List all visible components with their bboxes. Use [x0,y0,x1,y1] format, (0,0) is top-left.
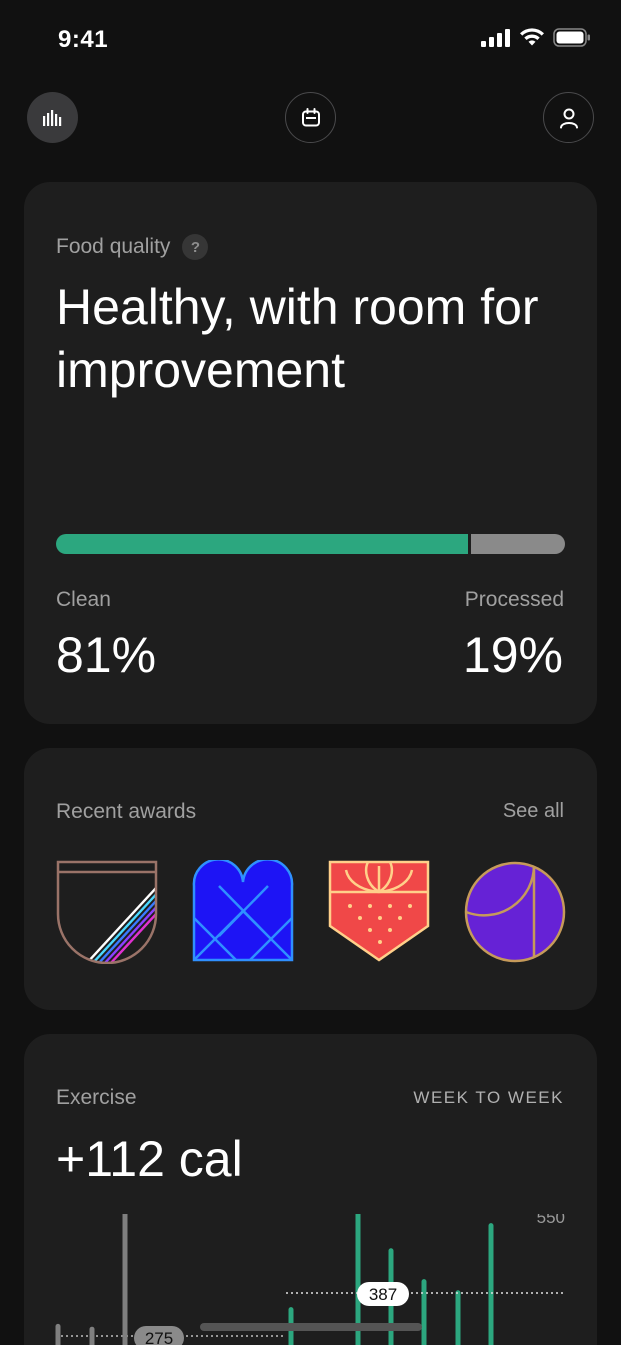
cellular-signal-icon [481,28,510,47]
clean-label: Clean [56,588,111,611]
status-time: 9:41 [58,26,109,53]
clean-value: 81% [56,627,157,683]
status-bar: 9:41 [0,0,621,80]
food-quality-headline: Healthy, with room for improvement [56,279,539,398]
person-icon [559,108,578,128]
see-all-link[interactable]: See all [503,800,564,823]
battery-icon [553,28,590,47]
exercise-range[interactable]: WEEK TO WEEK [413,1088,564,1108]
reference-label: 550 [537,1214,565,1227]
food-quality-label: Food quality [56,235,171,258]
current-average-label: 387 [369,1285,397,1304]
exercise-value: +112 cal [56,1131,243,1187]
food-quality-card[interactable]: Food quality ? Healthy, with room for im… [24,182,597,724]
exercise-label: Exercise [56,1086,137,1109]
clean-bar-segment [56,534,469,554]
awards-row [56,860,566,964]
wifi-icon [520,28,544,46]
processed-value: 19% [462,627,563,683]
shield-stripes-badge[interactable] [56,860,158,964]
recent-awards-label: Recent awards [56,800,197,823]
processed-bar-segment [471,534,565,554]
profile-button[interactable] [543,92,594,143]
food-quality-progress-bar [56,534,565,554]
stats-button[interactable] [27,92,78,143]
strawberry-shield-badge[interactable] [328,860,430,964]
purple-circle-badge[interactable] [464,860,566,964]
recent-awards-card: Recent awards See all [24,748,597,1010]
processed-label: Processed [464,588,564,611]
status-icons [481,28,591,47]
average-change-track [200,1323,422,1331]
help-icon[interactable]: ? [182,234,209,260]
heart-blue-badge[interactable] [192,860,294,964]
food-quality-header: Food quality ? [56,234,209,260]
previous-average-label: 275 [145,1329,173,1345]
exercise-card[interactable]: Exercise WEEK TO WEEK +112 cal 550 387 275 [24,1034,597,1345]
exercise-chart: 550 387 275 [55,1214,565,1345]
calendar-icon [301,107,320,126]
calendar-button[interactable] [285,92,336,143]
bar-chart-icon [42,109,61,126]
